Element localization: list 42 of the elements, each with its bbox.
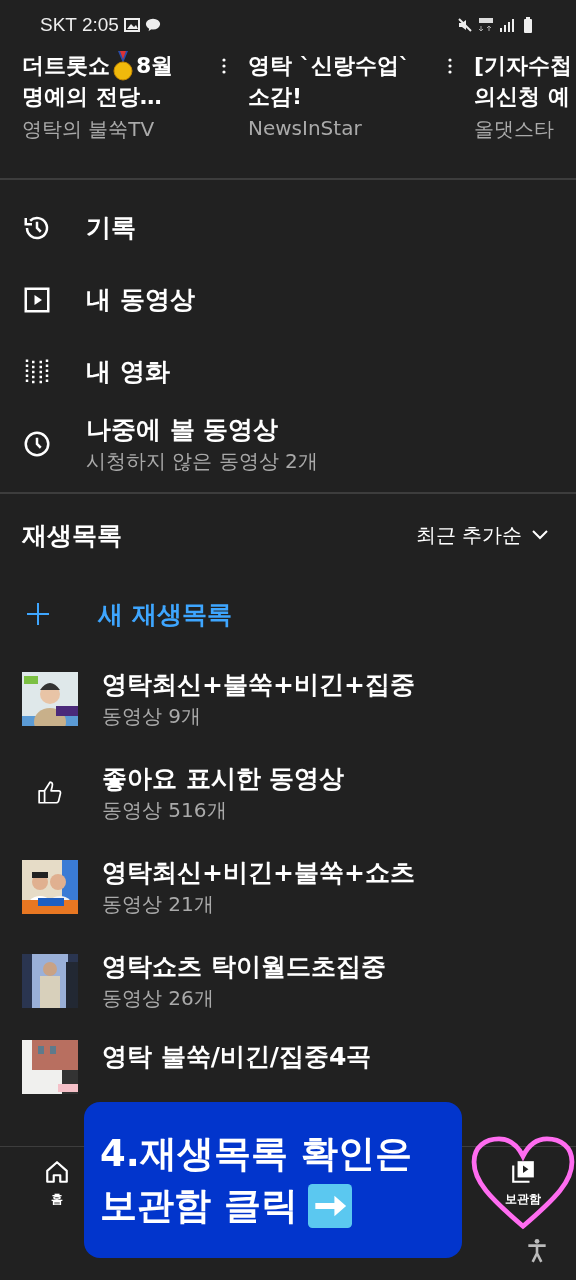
caption-text: 4.재생목록 확인은 — [100, 1131, 412, 1177]
channel-name: 영탁의 불쑥TV — [22, 116, 156, 143]
menu-item[interactable]: 내 영화 — [0, 336, 576, 408]
playlist-item[interactable]: 영탁쇼츠 탁이월드초집중 동영상 26개 — [0, 934, 576, 1028]
section-title: 재생목록 — [22, 519, 122, 552]
plus-icon — [26, 602, 50, 626]
thumbs-up-icon — [37, 780, 63, 806]
caption-text: 보관함 클릭 — [100, 1183, 298, 1229]
more-icon[interactable] — [222, 58, 226, 74]
video-title-line[interactable]: 더트롯쇼 — [22, 50, 110, 81]
channel-name: 올댓스타 — [474, 116, 555, 143]
library-icon — [510, 1158, 536, 1185]
video-title-line[interactable]: 소감! — [248, 81, 303, 112]
menu-item[interactable]: 내 동영상 — [0, 264, 576, 336]
clock-text: 2:05 — [81, 14, 119, 36]
menu-item[interactable]: 기록 — [0, 192, 576, 264]
sort-dropdown[interactable]: 최근 추가순 — [415, 521, 548, 549]
video-title-line[interactable]: 의신청 예 — [474, 81, 570, 112]
nav-tab[interactable]: 홈 — [34, 1147, 80, 1220]
video-title-line[interactable]: 영탁 `신랑수업` — [248, 50, 410, 81]
play-square-icon — [22, 285, 52, 315]
menu-item[interactable]: 나중에 볼 동영상 시청하지 않은 동영상 2개 — [0, 408, 576, 480]
carrier-text: SKT — [40, 14, 77, 36]
playlist-item[interactable]: 영탁최신+불쑥+비긴+집중 동영상 9개 — [0, 652, 576, 746]
mute-icon — [457, 17, 473, 33]
playlist-item[interactable]: 좋아요 표시한 동영상 동영상 516개 — [0, 746, 576, 840]
playlist-item[interactable]: 영탁 불쑥/비긴/집중4곡 — [0, 1040, 576, 1100]
home-icon — [44, 1159, 70, 1185]
more-icon[interactable] — [448, 58, 452, 74]
image-icon — [123, 17, 140, 33]
chevron-down-icon — [532, 530, 548, 540]
clock-icon — [22, 429, 52, 459]
video-title-line[interactable]: 명예의 전당… — [22, 81, 162, 112]
signal-icon — [499, 17, 515, 33]
lte-icon — [478, 17, 494, 33]
nav-tab[interactable]: 보관함 — [470, 1135, 576, 1231]
video-title-line[interactable]: 8월 — [136, 50, 174, 81]
channel-name: NewsInStar — [248, 116, 363, 140]
new-playlist-button[interactable]: 새 재생목록 — [0, 576, 576, 652]
video-title-line[interactable]: [기자수첩 — [474, 50, 573, 81]
playlist-item[interactable]: 영탁최신+비긴+불쑥+쇼츠 동영상 21개 — [0, 840, 576, 934]
chat-bubble-icon — [144, 17, 161, 33]
